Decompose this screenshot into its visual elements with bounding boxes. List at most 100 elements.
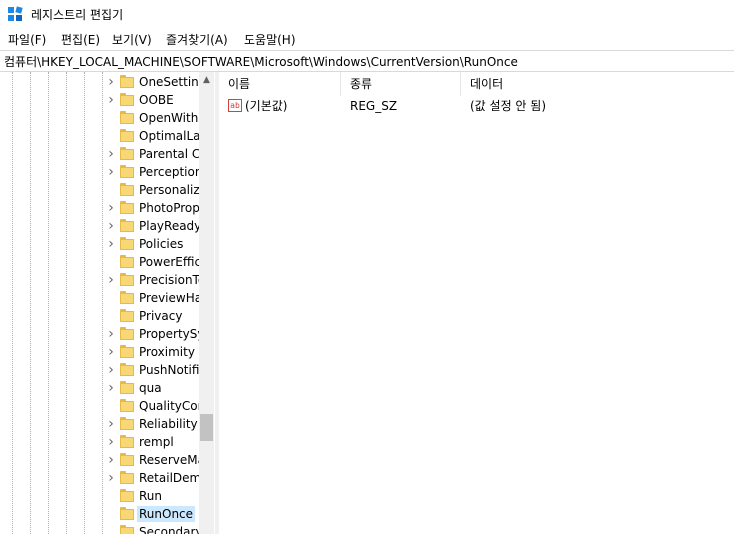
folder-icon <box>120 399 134 412</box>
menu-view[interactable]: 보기(V) <box>112 31 152 48</box>
chevron-right-icon[interactable]: › <box>106 201 116 215</box>
chevron-right-icon[interactable]: › <box>106 75 116 89</box>
column-header-type[interactable]: 종류 <box>341 72 461 96</box>
chevron-right-icon[interactable]: › <box>106 273 116 287</box>
tree-item[interactable]: › OOBE <box>106 91 199 109</box>
folder-icon <box>120 363 134 376</box>
address-bar[interactable]: 컴퓨터\HKEY_LOCAL_MACHINE\SOFTWARE\Microsof… <box>0 50 734 72</box>
menu-file[interactable]: 파일(F) <box>8 31 46 48</box>
folder-icon <box>120 525 134 534</box>
chevron-right-icon[interactable]: › <box>106 165 116 179</box>
tree-item[interactable]: › ReserveManager <box>106 451 199 469</box>
scroll-thumb[interactable] <box>200 414 213 441</box>
tree-guide-line <box>30 72 31 534</box>
string-value-icon: ab <box>228 99 242 112</box>
tree-item-label: PlayReady <box>139 219 199 233</box>
tree-item-label: OptimalLayout <box>139 129 199 143</box>
tree-item[interactable]: › Proximity <box>106 343 199 361</box>
folder-icon <box>120 507 134 520</box>
tree-item-label: PowerEfficiencyDiagnostics <box>139 255 199 269</box>
key-tree[interactable]: › OneSettings › OOBE OpenWith OptimalLayout › P… <box>0 72 199 534</box>
tree-item[interactable]: › Policies <box>106 235 199 253</box>
folder-icon <box>120 201 134 214</box>
folder-icon <box>120 471 134 484</box>
tree-item[interactable]: › qua <box>106 379 199 397</box>
value-type: REG_SZ <box>350 99 398 113</box>
chevron-right-icon[interactable]: › <box>106 453 116 467</box>
tree-item[interactable]: Run <box>106 487 199 505</box>
menu-favorites[interactable]: 즐겨찾기(A) <box>166 31 228 48</box>
chevron-right-icon[interactable]: › <box>106 219 116 233</box>
chevron-right-icon[interactable]: › <box>106 345 116 359</box>
tree-item-label: Run <box>139 489 163 503</box>
tree-item-label: qua <box>139 381 162 395</box>
folder-icon <box>120 111 134 124</box>
tree-item[interactable]: › PhotoPropertyHandler <box>106 199 199 217</box>
folder-icon <box>120 381 134 394</box>
folder-icon <box>120 147 134 160</box>
chevron-right-icon[interactable]: › <box>106 471 116 485</box>
tree-item[interactable]: PreviewHandlers <box>106 289 199 307</box>
column-header-data[interactable]: 데이터 <box>461 72 734 96</box>
folder-icon <box>120 75 134 88</box>
chevron-right-icon[interactable]: › <box>106 327 116 341</box>
tree-item[interactable]: › Parental Controls <box>106 145 199 163</box>
chevron-right-icon[interactable]: › <box>106 147 116 161</box>
folder-icon <box>120 129 134 142</box>
title-bar: 레지스트리 편집기 <box>0 0 734 28</box>
tree-item[interactable]: QualityCompat <box>106 397 199 415</box>
value-name[interactable]: (기본값) <box>245 98 287 114</box>
folder-icon <box>120 237 134 250</box>
chevron-right-icon[interactable]: › <box>106 93 116 107</box>
menu-help[interactable]: 도움말(H) <box>244 31 296 48</box>
address-path[interactable]: 컴퓨터\HKEY_LOCAL_MACHINE\SOFTWARE\Microsof… <box>4 53 518 70</box>
tree-item[interactable]: › PrecisionTouchPad <box>106 271 199 289</box>
tree-item[interactable]: RunOnce <box>106 505 199 523</box>
tree-item[interactable]: OpenWith <box>106 109 199 127</box>
tree-item[interactable]: › PlayReady <box>106 217 199 235</box>
tree-item-label: Policies <box>139 237 184 251</box>
tree-item-label: PushNotifications <box>139 363 199 377</box>
tree-item[interactable]: Personalization <box>106 181 199 199</box>
tree-item[interactable]: Privacy <box>106 307 199 325</box>
folder-icon <box>120 417 134 430</box>
menu-edit[interactable]: 편집(E) <box>61 31 100 48</box>
chevron-right-icon[interactable]: › <box>106 435 116 449</box>
tree-item-label: PhotoPropertyHandler <box>139 201 199 215</box>
tree-item[interactable]: › OneSettings <box>106 73 199 91</box>
chevron-right-icon[interactable]: › <box>106 417 116 431</box>
tree-guide-line <box>102 72 103 534</box>
tree-item[interactable]: OptimalLayout <box>106 127 199 145</box>
tree-item[interactable]: › PropertySystem <box>106 325 199 343</box>
tree-item-label: OOBE <box>139 93 174 107</box>
chevron-right-icon[interactable]: › <box>106 237 116 251</box>
tree-item[interactable]: › PushNotifications <box>106 361 199 379</box>
tree-item[interactable]: › PerceptionSimulationExtensions <box>106 163 199 181</box>
chevron-right-icon[interactable]: › <box>106 363 116 377</box>
folder-icon <box>120 93 134 106</box>
key-tree-pane[interactable]: › OneSettings › OOBE OpenWith OptimalLayout › P… <box>0 72 215 534</box>
tree-item[interactable]: › RetailDemo <box>106 469 199 487</box>
value-data: (값 설정 안 됨) <box>470 99 547 113</box>
tree-scrollbar[interactable]: ▲ <box>199 72 214 534</box>
tree-guide-line <box>66 72 67 534</box>
tree-item[interactable]: › rempl <box>106 433 199 451</box>
tree-item[interactable]: PowerEfficiencyDiagnostics <box>106 253 199 271</box>
tree-item-label: PerceptionSimulationExtensions <box>139 165 199 179</box>
value-row[interactable]: ab (기본값) REG_SZ (값 설정 안 됨) <box>219 97 734 115</box>
values-list-pane[interactable]: 이름 종류 데이터 ab (기본값) REG_SZ (값 설정 안 됨) <box>219 72 734 534</box>
tree-item-label: PrecisionTouchPad <box>139 273 199 287</box>
tree-item-label: Proximity <box>139 345 195 359</box>
tree-item[interactable]: › Reliability <box>106 415 199 433</box>
tree-item-label: SecondaryAuthFactor <box>139 525 199 534</box>
folder-icon <box>120 165 134 178</box>
tree-item-label: OneSettings <box>139 75 199 89</box>
tree-item-label: rempl <box>139 435 174 449</box>
scroll-up-arrow-icon[interactable]: ▲ <box>199 72 214 89</box>
tree-item-label: RunOnce <box>137 506 196 522</box>
tree-item[interactable]: SecondaryAuthFactor <box>106 523 199 534</box>
column-header-name[interactable]: 이름 <box>219 72 341 96</box>
tree-item-label: PreviewHandlers <box>139 291 199 305</box>
chevron-right-icon[interactable]: › <box>106 381 116 395</box>
tree-item-label: ReserveManager <box>139 453 199 467</box>
